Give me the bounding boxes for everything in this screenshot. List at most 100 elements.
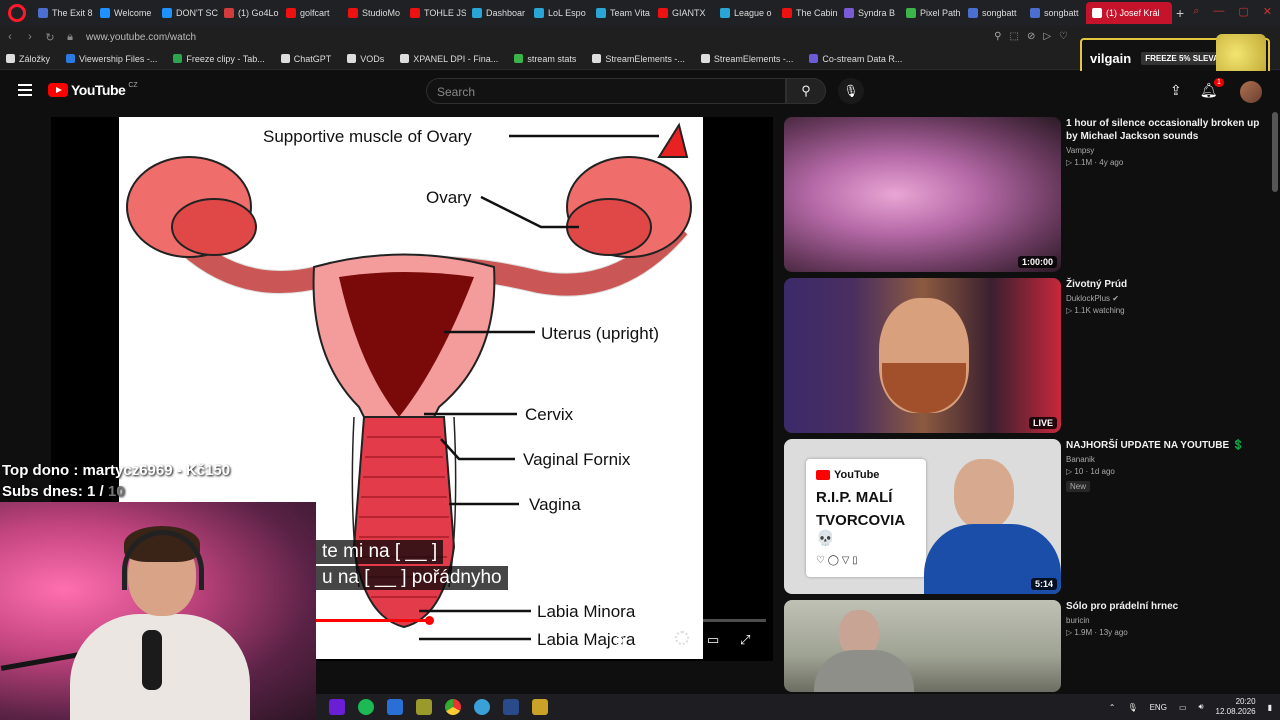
lock-icon: 🔒︎ (67, 30, 73, 43)
browser-tab[interactable]: songbatt (962, 2, 1024, 24)
thumbnail[interactable] (784, 600, 1061, 692)
progress-scrubber[interactable] (424, 616, 434, 625)
telegram-icon[interactable] (503, 699, 519, 715)
tray-chevron-icon[interactable]: ⌃ (1109, 703, 1116, 712)
opera-logo-icon[interactable] (8, 4, 26, 22)
browser-tab[interactable]: (1) Josef Král (1086, 2, 1172, 24)
notes-icon[interactable] (416, 699, 432, 715)
bookmark-item[interactable]: XPANEL DPI - Fina... (400, 54, 498, 64)
video-title[interactable]: Sólo pro prádelní hrnec (1066, 600, 1262, 613)
progress-fill (316, 619, 429, 622)
new-tab-button[interactable]: + (1176, 5, 1184, 21)
browser-tab[interactable]: Team Vita (590, 2, 652, 24)
bookmark-item[interactable]: Záložky (6, 54, 50, 64)
browser-tab[interactable]: LoL Espo (528, 2, 590, 24)
video-title[interactable]: 1 hour of silence occasionally broken up… (1066, 117, 1262, 143)
channel-name[interactable]: buricin (1066, 616, 1262, 625)
channel-name[interactable]: DuklockPlus ✔︎ (1066, 294, 1262, 303)
browser-tab[interactable]: DON'T SC (156, 2, 218, 24)
search-input[interactable]: Search (426, 78, 786, 104)
search-button[interactable]: ⚲ (786, 78, 826, 104)
browser-tab[interactable]: songbatt (1024, 2, 1086, 24)
autoplay-toggle-icon[interactable]: ◉ (614, 632, 625, 648)
notification-center-icon[interactable]: ▮ (1268, 703, 1272, 712)
browser-tab[interactable]: League o (714, 2, 776, 24)
bookmark-item[interactable]: StreamElements -... (700, 54, 793, 64)
thumbnail[interactable]: LIVE (784, 278, 1061, 433)
live-badge: LIVE (1028, 417, 1057, 429)
bookmark-item[interactable]: stream stats (514, 54, 576, 64)
label-vagina: Vagina (529, 495, 581, 514)
video-title[interactable]: NAJHORŠÍ UPDATE NA YOUTUBE 💲 (1066, 439, 1262, 452)
voice-search-button[interactable]: 🎙︎ (838, 78, 864, 104)
browser-tab[interactable]: Syndra B (838, 2, 900, 24)
close-icon[interactable]: ✕ (1263, 5, 1272, 18)
bookmark-icon (400, 54, 410, 63)
window-controls: ⌕ — ▢ ✕ (1193, 5, 1272, 18)
page-scrollbar[interactable] (1272, 112, 1278, 192)
chrome-icon[interactable] (445, 699, 461, 715)
search-tabs-icon[interactable]: ⌕ (1193, 5, 1199, 18)
bookmark-item[interactable]: ChatGPT (280, 54, 331, 64)
channel-name[interactable]: Vampsy (1066, 146, 1262, 155)
bookmark-label: StreamElements -... (605, 53, 685, 64)
bookmark-item[interactable]: StreamElements -... (592, 54, 685, 64)
theater-mode-icon[interactable]: ▭ (707, 632, 719, 648)
fullscreen-icon[interactable]: ⤢ (740, 632, 750, 648)
play-icon[interactable]: ▷ (1043, 31, 1051, 42)
volume-icon[interactable]: 🔊︎ (1199, 702, 1204, 712)
youtube-logo[interactable]: YouTube CZ (48, 82, 138, 98)
reload-icon[interactable]: ↻ (40, 31, 60, 44)
bookmark-item[interactable]: Viewership Files -... (66, 54, 157, 64)
browser-tab[interactable]: golfcart (280, 2, 342, 24)
bookmark-item[interactable]: VODs (347, 54, 384, 64)
tab-label: (1) Go4Lo (238, 8, 279, 18)
browser-tab[interactable]: The Exit 8 (32, 2, 94, 24)
league-icon[interactable] (532, 699, 548, 715)
spotify-icon[interactable] (358, 699, 374, 715)
mic-icon: 🎙︎ (843, 84, 859, 98)
browser-tab[interactable]: Welcome (94, 2, 156, 24)
app-icon[interactable] (329, 699, 345, 715)
upload-icon[interactable]: ⇪ (1170, 82, 1182, 99)
browser-tab[interactable]: TOHLE JS (404, 2, 466, 24)
tab-label: GIANTX (672, 8, 706, 18)
clock[interactable]: 20:20 12.08.2026 (1216, 697, 1256, 717)
subtitles-cc-icon[interactable]: CC (640, 633, 658, 645)
heart-icon[interactable]: ♡ (1059, 31, 1068, 42)
block-icon[interactable]: ⊘ (1027, 31, 1035, 42)
menu-icon[interactable] (18, 84, 32, 96)
tray-mic-icon[interactable]: 🎙︎ (1127, 703, 1137, 712)
channel-name[interactable]: Bananik (1066, 455, 1262, 464)
browser-tab[interactable]: StudioMo (342, 2, 404, 24)
browser-tab[interactable]: Dashboar (466, 2, 528, 24)
bookmark-item[interactable]: Co-stream Data R... (809, 54, 902, 64)
youtube-header: YouTube CZ Search ⚲ 🎙︎ ⇪ 🔔︎ 1 (0, 71, 1280, 111)
file-icon[interactable] (387, 699, 403, 715)
progress-bar[interactable] (316, 619, 766, 622)
language-indicator[interactable]: ENG (1150, 703, 1167, 712)
screenshot-icon[interactable]: ⬚ (1009, 31, 1018, 42)
avatar[interactable] (1240, 81, 1262, 103)
browser-tab[interactable]: The Cabin (776, 2, 838, 24)
browser-tab[interactable]: GIANTX (652, 2, 714, 24)
url-field[interactable]: www.youtube.com/watch (86, 32, 196, 43)
tab-label: Syndra B (858, 8, 896, 18)
back-icon[interactable]: ‹ (0, 31, 20, 43)
forward-icon[interactable]: › (20, 31, 40, 43)
c-app-icon[interactable] (474, 699, 490, 715)
network-icon[interactable]: ▭ (1179, 703, 1187, 712)
maximize-icon[interactable]: ▢ (1238, 5, 1248, 18)
youtube-wordmark: YouTube (71, 82, 126, 98)
thumb-youtube-logo: YouTube (806, 459, 926, 481)
bookmark-item[interactable]: Freeze clipy - Tab... (173, 54, 265, 64)
pin-icon[interactable]: ⚲ (994, 31, 1001, 42)
minimize-icon[interactable]: — (1213, 5, 1224, 18)
browser-tab[interactable]: (1) Go4Lo (218, 2, 280, 24)
browser-tab[interactable]: Pixel Path (900, 2, 962, 24)
video-title[interactable]: Životný Prúd (1066, 278, 1262, 291)
thumbnail[interactable]: 1:00:00 (784, 117, 1061, 272)
search-icon: ⚲ (801, 83, 811, 98)
thumbnail[interactable]: YouTube R.I.P. MALÍ TVORCOVIA 💀 ♡ ◯ ▽ ▯ … (784, 439, 1061, 594)
settings-gear-icon[interactable] (675, 631, 689, 645)
